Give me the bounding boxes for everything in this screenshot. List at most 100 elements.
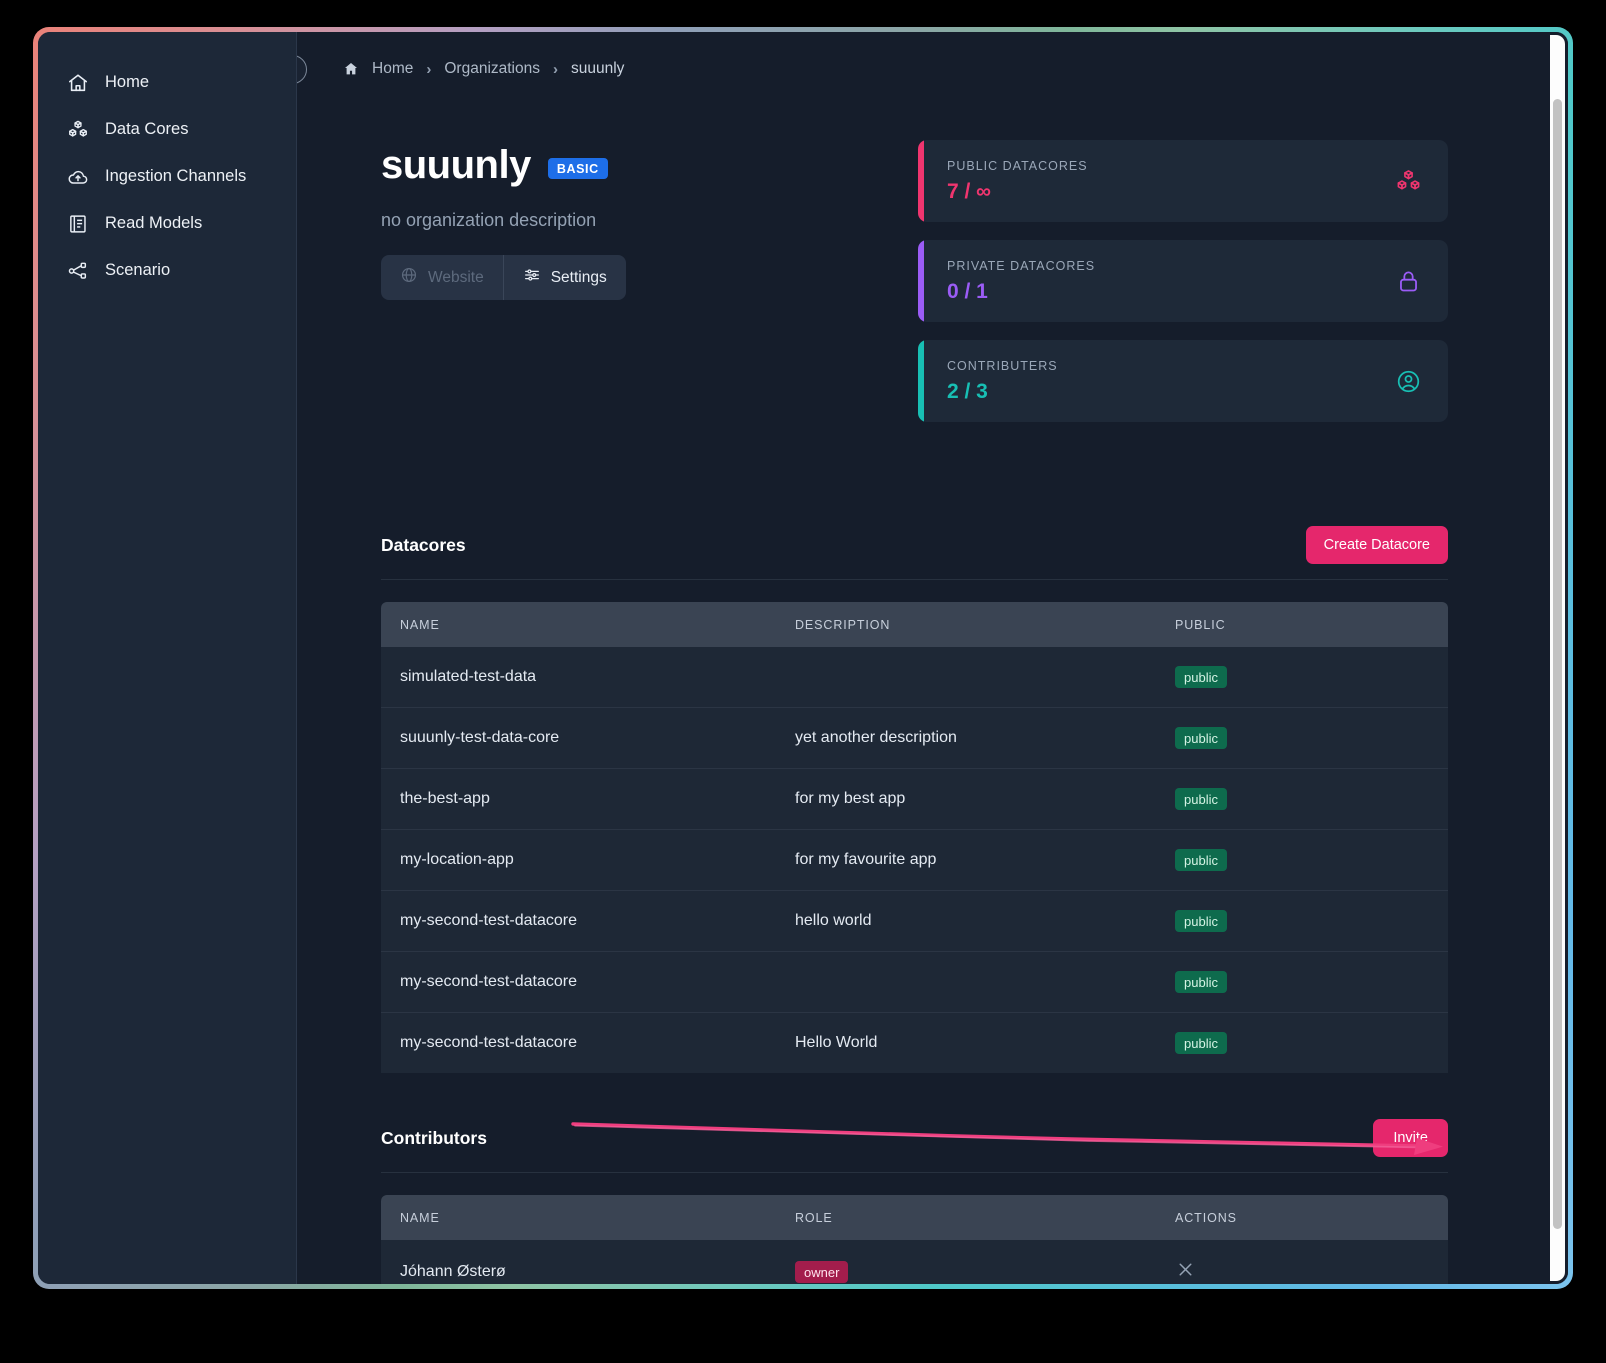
status-badge: public	[1175, 1032, 1227, 1054]
datacores-table-body: simulated-test-data public suuunly-test-da…	[381, 647, 1448, 1073]
sidebar-item-label: Ingestion Channels	[105, 167, 247, 185]
table-header-row: NAME DESCRIPTION PUBLIC	[381, 602, 1448, 647]
sidebar-item-label: Scenario	[105, 261, 171, 279]
organization-action-group: Website Settings	[381, 255, 626, 300]
stat-card-public-datacores: PUBLIC DATACORES 7 / ∞	[918, 140, 1448, 222]
datacore-name: simulated-test-data	[400, 668, 537, 685]
contributor-name: Jóhann Østerø	[400, 1263, 506, 1280]
datacore-public-cell: public	[1156, 830, 1448, 891]
table-row[interactable]: my-second-test-datacore Hello World public	[381, 1012, 1448, 1074]
chevron-right-icon: ›	[553, 60, 558, 78]
datacore-name: suuunly-test-data-core	[400, 729, 560, 746]
datacores-table: NAME DESCRIPTION PUBLIC simulated-test-d…	[381, 602, 1448, 1073]
accent-bar	[918, 340, 924, 422]
sliders-icon	[523, 266, 541, 289]
contributors-section-header: Contributors Invite	[381, 1119, 1448, 1173]
contributor-actions-cell	[1156, 1240, 1448, 1284]
home-icon	[343, 61, 359, 77]
datacore-description: for my best app	[795, 790, 906, 807]
datacore-name: my-second-test-datacore	[400, 912, 577, 929]
sidebar-item-label: Data Cores	[105, 120, 189, 138]
arrow-left-icon	[297, 62, 300, 77]
contributors-title: Contributors	[381, 1127, 487, 1148]
status-badge: public	[1175, 666, 1227, 688]
table-row[interactable]: suuunly-test-data-core yet another descri…	[381, 707, 1448, 769]
datacore-name: the-best-app	[400, 790, 490, 807]
datacore-name: my-location-app	[400, 851, 514, 868]
stat-value: 2 / 3	[947, 379, 988, 403]
status-badge: public	[1175, 788, 1227, 810]
table-row[interactable]: my-second-test-datacore public	[381, 951, 1448, 1013]
scrollbar-track[interactable]	[1550, 35, 1565, 1281]
breadcrumb-item-home[interactable]: Home	[372, 60, 413, 78]
scrollbar-thumb[interactable]	[1553, 99, 1562, 1229]
datacore-description: Hello World	[795, 1034, 878, 1051]
invite-button[interactable]: Invite	[1373, 1119, 1448, 1157]
datacores-title: Datacores	[381, 534, 466, 555]
contributors-table: NAME ROLE ACTIONS Jóhann ØsterøownerJuli…	[381, 1195, 1448, 1284]
table-row[interactable]: my-second-test-datacore hello world public	[381, 890, 1448, 952]
stat-cards: PUBLIC DATACORES 7 / ∞ PRIVATE DATACORES…	[918, 133, 1448, 422]
breadcrumb-item-current: suuunly	[571, 60, 625, 77]
datacore-description: yet another description	[795, 729, 957, 746]
datacore-description	[776, 952, 1156, 1013]
stat-value: 7 / ∞	[947, 179, 992, 203]
table-row[interactable]: the-best-app for my best app public	[381, 768, 1448, 830]
datacore-public-cell: public	[1156, 1013, 1448, 1074]
website-button-label: Website	[428, 268, 484, 286]
datacore-description	[776, 647, 1156, 708]
accent-bar	[918, 140, 924, 222]
main-scroll-region: Home › Organizations › suuunly suuunly B…	[297, 32, 1568, 1284]
cloud-upload-icon	[67, 166, 89, 188]
table-row[interactable]: my-location-app for my favourite app publi…	[381, 829, 1448, 891]
stat-card-private-datacores: PRIVATE DATACORES 0 / 1	[918, 240, 1448, 322]
accent-bar	[918, 240, 924, 322]
datacores-section: Datacores Create Datacore NAME DESCRIPTI…	[297, 526, 1568, 1073]
sidebar-item-scenario[interactable]: Scenario	[38, 247, 296, 294]
datacore-description: for my favourite app	[795, 851, 937, 868]
remove-contributor-button[interactable]	[1175, 1259, 1196, 1280]
page-title: suuunly	[381, 143, 531, 187]
datacore-public-cell: public	[1156, 708, 1448, 769]
sidebar-item-data-cores[interactable]: Data Cores	[38, 106, 296, 153]
stat-card-contributers: CONTRIBUTERS 2 / 3	[918, 340, 1448, 422]
close-icon	[1179, 1263, 1192, 1276]
status-badge: public	[1175, 971, 1227, 993]
organization-description: no organization description	[381, 210, 597, 230]
settings-button[interactable]: Settings	[502, 255, 626, 300]
contributors-section: Contributors Invite NAME ROLE ACTIONS Jó…	[297, 1119, 1568, 1284]
column-header-name: NAME	[381, 602, 776, 647]
datacore-public-cell: public	[1156, 891, 1448, 952]
sidebar-item-label: Home	[105, 73, 150, 91]
app-window: Home Data Cores Ingestion Channels Read …	[38, 32, 1568, 1284]
contributors-table-body: Jóhann ØsterøownerJulius á Rógvi Biskops…	[381, 1240, 1448, 1284]
datacores-section-header: Datacores Create Datacore	[381, 526, 1448, 580]
stat-label: CONTRIBUTERS	[947, 358, 1058, 373]
sidebar-item-label: Read Models	[105, 214, 203, 232]
datacore-name: my-second-test-datacore	[400, 973, 577, 990]
table-row[interactable]: simulated-test-data public	[381, 647, 1448, 708]
sidebar-item-ingestion-channels[interactable]: Ingestion Channels	[38, 153, 296, 200]
breadcrumb-item-organizations[interactable]: Organizations	[444, 60, 540, 78]
datacore-description: hello world	[795, 912, 872, 929]
cubes-icon	[67, 119, 89, 141]
create-datacore-button[interactable]: Create Datacore	[1305, 526, 1448, 564]
status-badge: public	[1175, 727, 1227, 749]
sidebar: Home Data Cores Ingestion Channels Read …	[38, 32, 297, 1284]
plan-badge: BASIC	[547, 158, 608, 179]
app-gradient-frame: Home Data Cores Ingestion Channels Read …	[33, 27, 1573, 1289]
main-content: Home › Organizations › suuunly suuunly B…	[297, 32, 1568, 1284]
datacore-public-cell: public	[1156, 647, 1448, 708]
website-button: Website	[381, 255, 503, 300]
stat-label: PRIVATE DATACORES	[947, 258, 1096, 273]
sidebar-item-read-models[interactable]: Read Models	[38, 200, 296, 247]
globe-icon	[400, 266, 418, 289]
table-row[interactable]: Jóhann Østerø owner	[381, 1240, 1448, 1284]
sidebar-item-home[interactable]: Home	[38, 59, 296, 106]
role-badge: owner	[795, 1261, 849, 1283]
contributor-role-cell: owner	[776, 1240, 1156, 1284]
organization-title-row: suuunly BASIC	[381, 143, 626, 188]
column-header-public: PUBLIC	[1156, 602, 1448, 647]
organization-info: suuunly BASIC no organization descriptio…	[381, 133, 626, 422]
annotation-arrow	[571, 1122, 1443, 1155]
